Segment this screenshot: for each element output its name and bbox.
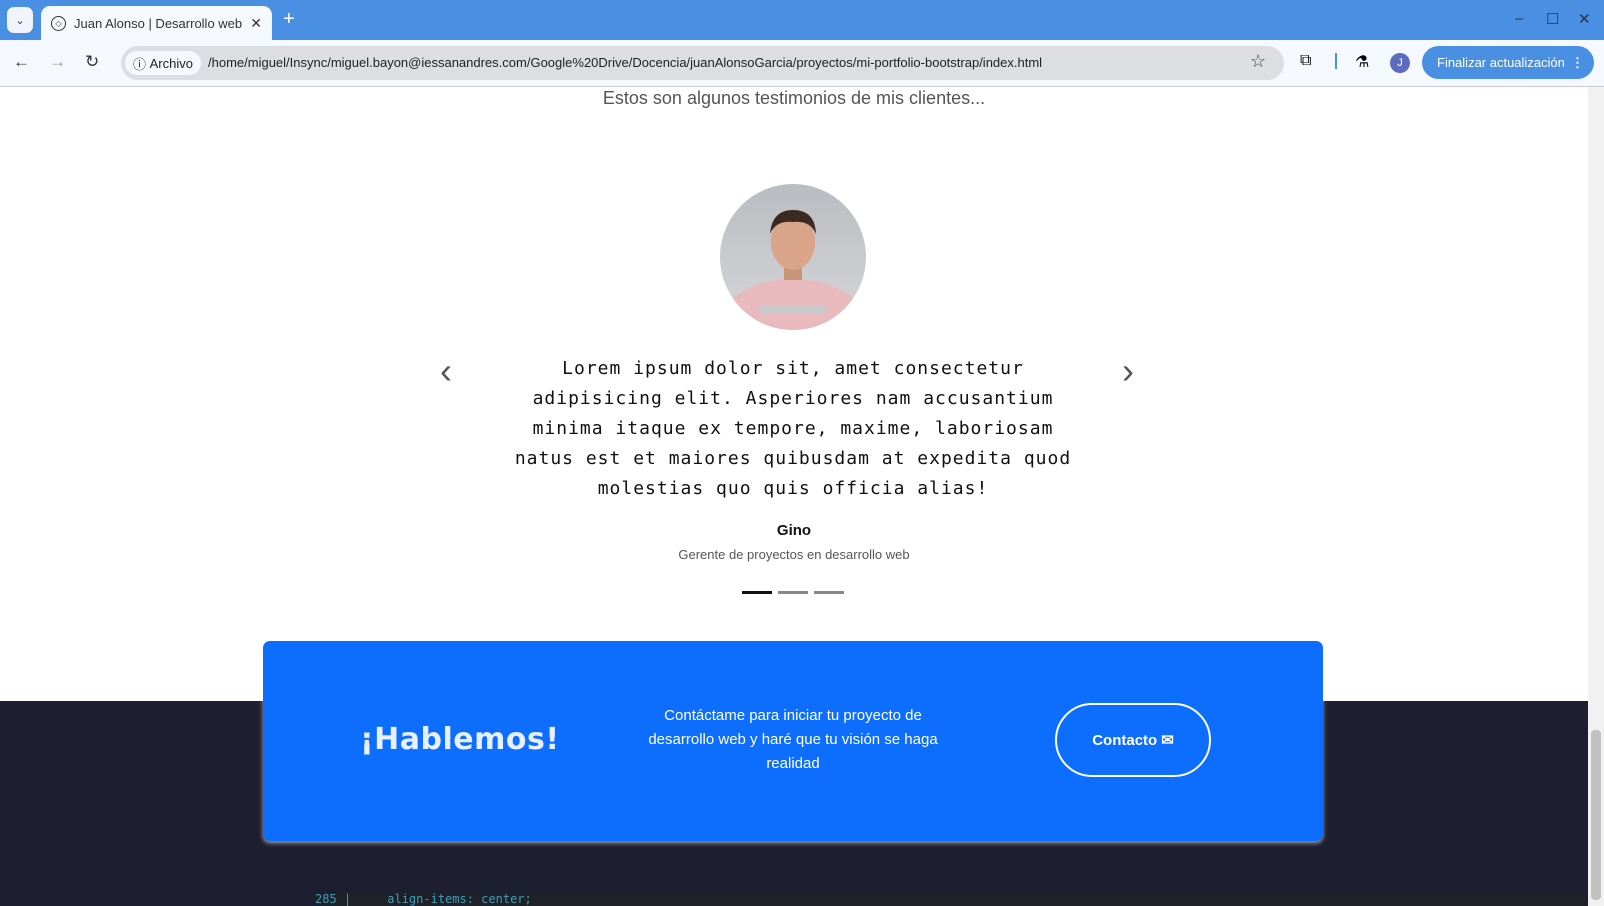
testimonial-role: Gerente de proyectos en desarrollo web (678, 547, 910, 562)
testimonial-name: Gino (776, 522, 812, 539)
section-subtitle: Estos son algunos testimonios de mis cli… (602, 88, 986, 108)
menu-dots-icon[interactable]: ⋮ (1571, 55, 1584, 71)
labs-flask-icon[interactable]: ⚗ (1355, 52, 1369, 72)
tab-title: Juan Alonso | Desarrollo web (74, 15, 243, 31)
back-button[interactable]: ← (13, 52, 30, 72)
contact-button[interactable]: Contacto ✉ (1055, 703, 1211, 777)
divider (1335, 53, 1337, 69)
url-text[interactable]: /home/miguel/Insync/miguel.bayon@iessana… (208, 55, 1042, 70)
carousel-indicator-2[interactable] (778, 591, 808, 594)
favicon-icon: ◇ (51, 15, 66, 31)
carousel-next-button[interactable]: › (1122, 350, 1134, 392)
active-tab[interactable]: ◇ Juan Alonso | Desarrollo web ✕ (41, 6, 272, 40)
tab-search-button[interactable]: ⌄ (7, 7, 33, 33)
cta-text: Contáctame para iniciar tu proyecto de d… (648, 707, 938, 772)
carousel-indicator-3[interactable] (814, 591, 844, 594)
info-icon: ⓘ (133, 56, 150, 72)
reload-button[interactable]: ↻ (85, 52, 99, 72)
carousel-indicator-1[interactable] (742, 591, 772, 594)
contact-label: Contacto (1092, 731, 1158, 749)
new-tab-button[interactable]: + (283, 8, 295, 31)
maximize-button[interactable]: ☐ (1546, 10, 1559, 28)
update-button[interactable]: Finalizar actualización ⋮ (1422, 46, 1594, 79)
chip-label: Archivo (149, 55, 193, 71)
testimonial-quote: Lorem ipsum dolor sit, amet consectetur … (514, 358, 1072, 499)
cta-title: ¡Hablemos! (360, 722, 560, 757)
site-info-chip[interactable]: ⓘ Archivo (125, 51, 201, 75)
close-window-button[interactable]: ✕ (1578, 10, 1591, 28)
profile-avatar[interactable]: J (1390, 53, 1410, 73)
minimize-button[interactable]: ‒ (1515, 10, 1523, 27)
scrollbar-thumb[interactable] (1591, 730, 1601, 900)
extensions-icon[interactable]: ⧉ (1300, 52, 1311, 70)
code-strip: 285 | align-items: center; (315, 893, 1588, 906)
envelope-check-icon: ✉ (1161, 732, 1174, 749)
bookmark-star-icon[interactable]: ☆ (1250, 51, 1266, 72)
update-label: Finalizar actualización (1437, 55, 1565, 70)
testimonial-photo (720, 184, 866, 330)
forward-button[interactable]: → (49, 52, 66, 72)
carousel-prev-button[interactable]: ‹ (440, 350, 452, 392)
close-tab-icon[interactable]: ✕ (250, 15, 262, 32)
